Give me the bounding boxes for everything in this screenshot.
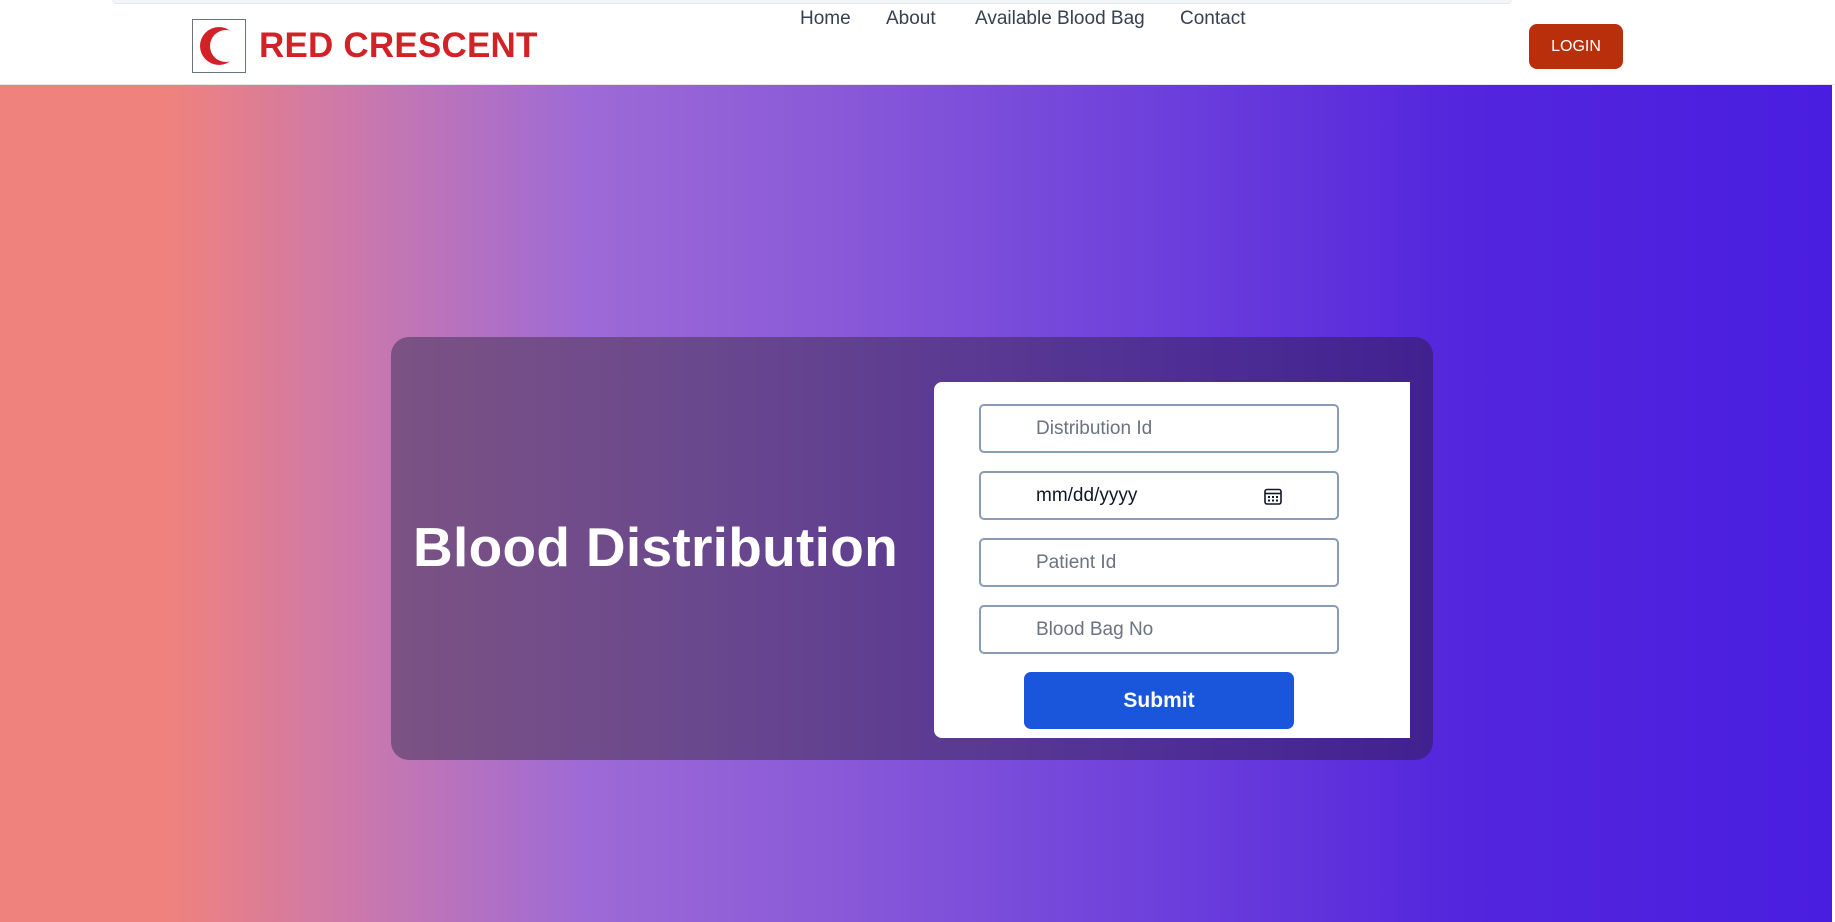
nav-about-link[interactable]: About: [886, 8, 936, 30]
nav-home-link[interactable]: Home: [800, 8, 851, 30]
nav-contact-link[interactable]: Contact: [1180, 8, 1245, 30]
patient-id-input[interactable]: [981, 540, 1337, 585]
logo[interactable]: [192, 19, 246, 73]
distribution-id-input[interactable]: [981, 406, 1337, 451]
login-button[interactable]: LOGIN: [1529, 24, 1623, 69]
blood-bag-no-input[interactable]: [981, 607, 1337, 652]
calendar-icon[interactable]: [1264, 488, 1282, 505]
patient-id-field[interactable]: [979, 538, 1339, 587]
blood-bag-no-field[interactable]: [979, 605, 1339, 654]
nav-available-blood-bag-link[interactable]: Available Blood Bag: [975, 8, 1145, 30]
date-input-text[interactable]: mm/dd/yyyy: [1036, 485, 1137, 507]
navbar: RED CRESCENT Home About Available Blood …: [0, 8, 1835, 85]
date-field[interactable]: mm/dd/yyyy: [979, 471, 1339, 520]
top-strip: [0, 0, 1835, 8]
brand-name[interactable]: RED CRESCENT: [259, 26, 538, 66]
page-title: Blood Distribution: [413, 516, 899, 578]
crescent-icon: [200, 27, 242, 65]
browser-edge: [112, 0, 1512, 4]
distribution-id-field[interactable]: [979, 404, 1339, 453]
submit-button[interactable]: Submit: [1024, 672, 1294, 729]
